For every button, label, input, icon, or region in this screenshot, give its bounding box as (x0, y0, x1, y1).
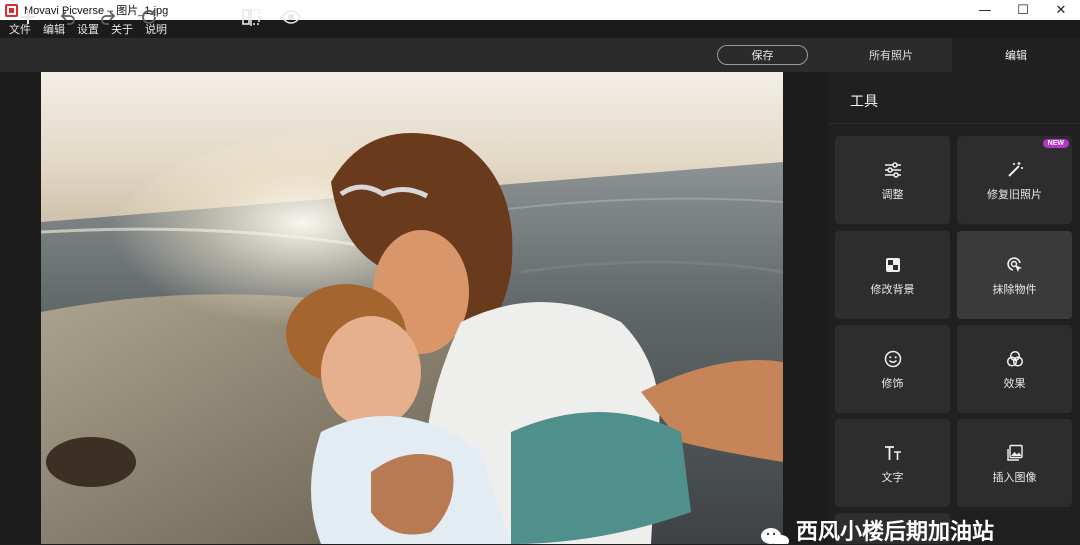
tool-label: 调整 (881, 187, 904, 201)
tool-label: 插入图像 (992, 470, 1037, 484)
tab-edit[interactable]: 编辑 (952, 38, 1080, 72)
panel-divider (828, 123, 1080, 124)
tool-restore-old-photo[interactable]: NEW 修复旧照片 (957, 136, 1072, 224)
tab-all-photos[interactable]: 所有照片 (830, 38, 952, 72)
wechat-icon (761, 528, 789, 544)
minimize-button[interactable]: — (966, 0, 1004, 20)
tool-label: 修饰 (881, 376, 904, 390)
eye-icon[interactable] (279, 5, 303, 29)
undo-icon[interactable] (56, 5, 80, 29)
title-bar: Movavi Picverse – 图片_1.jpg — ☐ ✕ (0, 0, 1080, 20)
tool-label: 修复旧照片 (987, 187, 1042, 201)
tool-effects[interactable]: 效果 (957, 325, 1072, 413)
redo-icon[interactable] (96, 5, 120, 29)
watermark: 西风小楼后期加油站 (760, 522, 994, 544)
panel-title: 工具 (850, 94, 878, 110)
tool-label: 效果 (1003, 376, 1026, 390)
tool-erase-object[interactable]: 抹除物件 (957, 231, 1072, 319)
watermark-text: 西风小楼后期加油站 (796, 520, 995, 545)
background-icon (882, 254, 904, 276)
tool-retouch[interactable]: 修饰 (835, 325, 950, 413)
rotate-icon[interactable] (137, 5, 161, 29)
menu-bar: 文件 编辑 设置 关于 说明 (0, 20, 1080, 38)
tool-text[interactable]: 文字 (835, 419, 950, 507)
smiley-icon (882, 348, 904, 370)
save-button[interactable]: 保存 (717, 45, 808, 65)
tool-label: 抹除物件 (992, 282, 1037, 296)
new-badge: NEW (1042, 139, 1069, 148)
maximize-button[interactable]: ☐ (1004, 0, 1042, 20)
edited-photo[interactable] (41, 72, 783, 544)
tool-insert-image[interactable]: 插入图像 (957, 419, 1072, 507)
tool-adjust[interactable]: 调整 (835, 136, 950, 224)
plus-icon[interactable] (16, 5, 40, 29)
eraser-cursor-icon (1004, 254, 1026, 276)
tool-label: 文字 (881, 470, 904, 484)
sliders-icon (882, 159, 904, 181)
compare-icon[interactable] (239, 5, 263, 29)
window-controls: — ☐ ✕ (966, 0, 1080, 20)
magic-wand-icon (1004, 159, 1026, 181)
close-button[interactable]: ✕ (1042, 0, 1080, 20)
tool-change-background[interactable]: 修改背景 (835, 231, 950, 319)
text-icon (882, 442, 904, 464)
insert-image-icon (1004, 442, 1026, 464)
tool-label: 修改背景 (870, 282, 915, 296)
effects-icon (1004, 348, 1026, 370)
photo-image (41, 72, 783, 544)
